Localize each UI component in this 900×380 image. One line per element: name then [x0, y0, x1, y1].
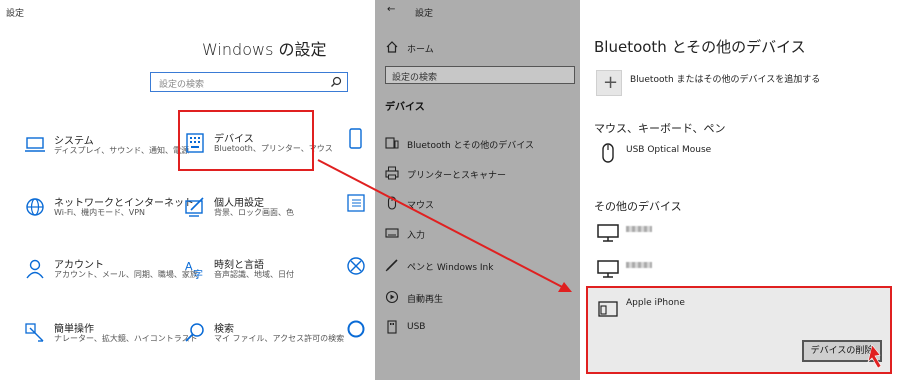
phone-device-icon	[598, 301, 618, 317]
paint-icon	[185, 197, 204, 217]
add-device-label[interactable]: Bluetooth またはその他のデバイスを追加する	[630, 72, 820, 85]
phone-icon[interactable]	[346, 128, 366, 150]
tile-system[interactable]: システム ディスプレイ、サウンド、通知、電源	[24, 132, 199, 172]
settings-search-input[interactable]: 設定の検索	[385, 66, 575, 84]
device-name: Apple iPhone	[626, 298, 685, 308]
nav-label: USB	[407, 322, 426, 332]
search-input[interactable]: 設定の検索	[150, 72, 348, 92]
tile-ease-of-access[interactable]: 簡単操作 ナレーター、拡大鏡、ハイコントラスト	[24, 320, 199, 360]
person-icon	[26, 259, 44, 279]
nav-label: ホーム	[407, 45, 434, 55]
cortana-icon[interactable]	[346, 318, 366, 340]
autoplay-icon	[385, 290, 399, 304]
nav-label: プリンターとスキャナー	[407, 171, 507, 181]
tile-personalization[interactable]: 個人用設定 背景、ロック画面、色	[184, 194, 359, 234]
redacted-device-name[interactable]	[626, 262, 652, 268]
redacted-device-name[interactable]	[626, 226, 652, 232]
add-device-button[interactable]: +	[596, 70, 622, 96]
keyboard-input-icon	[385, 228, 399, 238]
windows-settings-panel: 設定 Windows の設定 設定の検索 システム ディスプレイ、サウンド、通知…	[0, 0, 375, 380]
usb-icon	[387, 320, 397, 334]
xbox-icon[interactable]	[346, 255, 366, 277]
nav-label: 自動再生	[407, 295, 444, 305]
tile-subtitle: アカウント、メール、同期、職場、家族	[54, 270, 198, 279]
tile-subtitle: 音声認識、地域、日付	[214, 270, 294, 279]
section-heading-other-devices: その他のデバイス	[594, 200, 682, 213]
svg-text:字: 字	[193, 268, 203, 280]
apps-icon[interactable]	[346, 192, 366, 214]
monitor-icon	[597, 260, 619, 278]
nav-label: 入力	[407, 231, 426, 241]
settings-navigation-pane: ← 設定 ホーム 設定の検索 デバイス Bluetooth とその他のデバイス …	[375, 0, 580, 380]
mouse-icon	[387, 196, 397, 210]
monitor-icon	[597, 224, 619, 242]
tile-subtitle: マイ ファイル、アクセス許可の検索	[214, 334, 345, 343]
bluetooth-devices-icon	[385, 137, 399, 149]
tile-search[interactable]: 検索 マイ ファイル、アクセス許可の検索	[184, 320, 359, 360]
search-icon	[185, 323, 204, 342]
remove-device-button[interactable]: デバイスの削除	[802, 340, 882, 362]
tile-time-language[interactable]: A 字 時刻と言語 音声認識、地域、日付	[184, 256, 359, 296]
bluetooth-devices-page: Bluetooth とその他のデバイス + Bluetooth またはその他のデ…	[580, 0, 900, 380]
mouse-icon	[602, 143, 614, 163]
devices-highlight-box	[178, 110, 314, 171]
search-placeholder: 設定の検索	[392, 73, 438, 83]
printer-icon	[385, 166, 399, 180]
globe-icon	[26, 198, 44, 216]
tile-subtitle: 背景、ロック画面、色	[214, 208, 294, 217]
tile-subtitle: ナレーター、拡大鏡、ハイコントラスト	[54, 334, 198, 343]
nav-label: マウス	[407, 201, 435, 211]
section-heading-mouse-keyboard-pen: マウス、キーボード、ペン	[594, 122, 726, 135]
home-icon	[386, 41, 398, 53]
svg-text:A: A	[185, 260, 193, 273]
section-heading-devices: デバイス	[385, 102, 425, 113]
language-icon: A 字	[185, 260, 203, 280]
tile-network[interactable]: ネットワークとインターネット Wi-Fi、機内モード、VPN	[24, 194, 199, 234]
window-title: 設定	[6, 9, 25, 19]
ease-of-access-icon	[25, 323, 44, 342]
device-usb-optical-mouse[interactable]: USB Optical Mouse	[626, 145, 711, 155]
page-title: Bluetooth とその他のデバイス	[594, 38, 806, 56]
search-placeholder: 設定の検索	[159, 80, 205, 90]
plus-icon: +	[603, 72, 619, 93]
settings-title: 設定	[415, 9, 434, 19]
tile-subtitle: Wi-Fi、機内モード、VPN	[54, 208, 146, 217]
tile-accounts[interactable]: アカウント アカウント、メール、同期、職場、家族	[24, 256, 199, 296]
search-icon	[331, 76, 342, 87]
nav-label: ペンと Windows Ink	[407, 263, 494, 273]
tile-subtitle: ディスプレイ、サウンド、通知、電源	[54, 146, 189, 155]
pen-icon	[385, 259, 398, 272]
nav-label: Bluetooth とその他のデバイス	[407, 141, 535, 151]
laptop-icon	[25, 137, 45, 152]
page-title: Windows の設定	[202, 40, 327, 59]
back-button[interactable]: ←	[387, 4, 395, 15]
